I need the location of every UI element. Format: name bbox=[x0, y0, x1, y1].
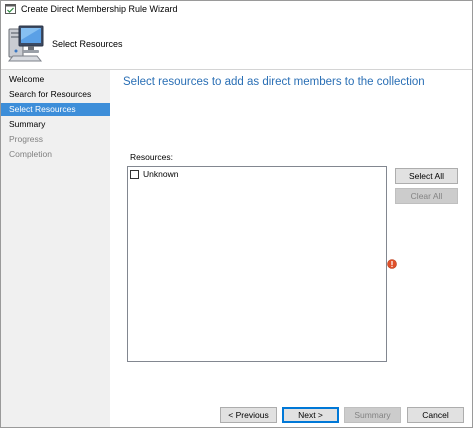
resources-label: Resources: bbox=[130, 152, 173, 162]
wizard-header: Select Resources bbox=[1, 19, 472, 70]
select-all-button[interactable]: Select All bbox=[395, 168, 458, 184]
summary-button[interactable]: Summary bbox=[344, 407, 401, 423]
cancel-button[interactable]: Cancel bbox=[407, 407, 464, 423]
wizard-content: Select resources to add as direct member… bbox=[111, 70, 472, 427]
resources-listbox[interactable]: Unknown bbox=[127, 166, 387, 362]
page-heading: Select resources to add as direct member… bbox=[123, 76, 425, 88]
step-summary[interactable]: Summary bbox=[1, 118, 110, 131]
step-search-for-resources[interactable]: Search for Resources bbox=[1, 88, 110, 101]
step-select-resources[interactable]: Select Resources bbox=[1, 103, 110, 116]
wizard-window-icon bbox=[5, 4, 16, 14]
step-progress: Progress bbox=[9, 134, 44, 144]
clear-all-button[interactable]: Clear All bbox=[395, 188, 458, 204]
wizard-steps-sidebar: Welcome Search for Resources Select Reso… bbox=[1, 70, 110, 427]
wizard-window: Create Direct Membership Rule Wizard Sel… bbox=[0, 0, 473, 428]
next-button[interactable]: Next > bbox=[282, 407, 339, 423]
step-welcome[interactable]: Welcome bbox=[1, 73, 110, 86]
title-bar: Create Direct Membership Rule Wizard bbox=[1, 1, 472, 19]
resource-checkbox[interactable] bbox=[130, 170, 139, 179]
window-title: Create Direct Membership Rule Wizard bbox=[21, 4, 178, 14]
step-completion: Completion bbox=[9, 149, 52, 159]
header-title: Select Resources bbox=[52, 39, 123, 49]
previous-button[interactable]: < Previous bbox=[220, 407, 277, 423]
resource-label: Unknown bbox=[143, 169, 179, 179]
error-icon bbox=[387, 259, 397, 269]
computer-icon bbox=[7, 23, 45, 63]
